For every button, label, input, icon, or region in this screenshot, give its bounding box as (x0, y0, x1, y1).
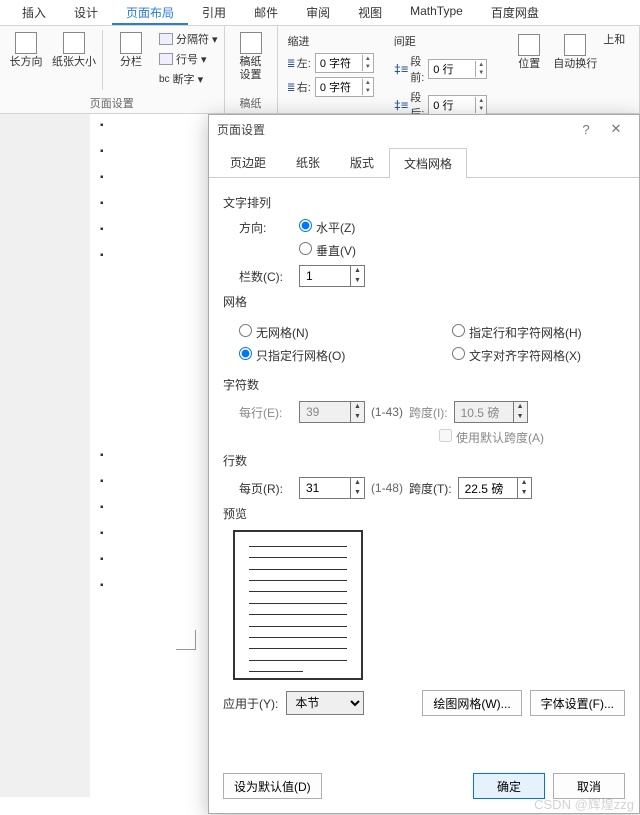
space-after-icon: ‡≡ (394, 98, 408, 112)
indent-left-spinner[interactable]: ▲▼ (315, 53, 374, 73)
span-t-label: 跨度(T): (409, 480, 452, 497)
wrap-button[interactable]: 自动换行 (553, 30, 597, 71)
wrap-icon (564, 34, 586, 56)
document-page[interactable] (90, 114, 210, 797)
set-default-button[interactable]: 设为默认值(D) (223, 773, 322, 799)
tab-mailings[interactable]: 邮件 (240, 0, 292, 25)
columns-count-spinner[interactable]: ▲▼ (299, 265, 365, 287)
dialog-titlebar: 页面设置 ? ✕ (209, 115, 639, 143)
gaozhi-icon (240, 32, 262, 54)
radio-line-char-grid[interactable]: 指定行和字符网格(H) (452, 324, 582, 341)
per-line-label: 每行(E): (239, 404, 293, 421)
position-icon (518, 34, 540, 56)
gaozhi-group-label: 稿纸 (229, 93, 273, 113)
draw-grid-button[interactable]: 绘图网格(W)... (422, 690, 521, 716)
line-num-icon (159, 53, 173, 65)
space-after-spinner[interactable]: ▲▼ (428, 95, 487, 115)
text-direction-icon (15, 32, 37, 54)
page-setup-dialog: 页面设置 ? ✕ 页边距 纸张 版式 文档网格 文字排列 方向: 水平(Z) 垂… (208, 114, 640, 814)
hyphenation-button[interactable]: bc断字 ▾ (157, 70, 220, 88)
section-grid: 网格 (223, 293, 625, 310)
radio-vertical[interactable]: 垂直(V) (299, 242, 356, 259)
apply-to-label: 应用于(Y): (223, 695, 278, 712)
font-settings-button[interactable]: 字体设置(F)... (530, 690, 625, 716)
radio-horizontal[interactable]: 水平(Z) (299, 219, 355, 236)
tab-design[interactable]: 设计 (60, 0, 112, 25)
apply-to-select[interactable]: 本节 (286, 691, 364, 715)
tab-doc-grid[interactable]: 文档网格 (389, 148, 467, 178)
indent-right-spinner[interactable]: ▲▼ (315, 77, 374, 97)
per-line-range: (1-43) (371, 405, 403, 419)
per-line-spinner: ▲▼ (299, 401, 365, 423)
columns-count-label: 栏数(C): (239, 268, 293, 285)
dialog-body: 文字排列 方向: 水平(Z) 垂直(V) 栏数(C): ▲▼ 网格 无网格(N)… (209, 178, 639, 763)
cancel-button[interactable]: 取消 (553, 773, 625, 799)
space-before-spinner[interactable]: ▲▼ (428, 59, 487, 79)
dialog-title: 页面设置 (217, 121, 265, 138)
spacing-header: 间距 (394, 33, 416, 49)
span-i-label: 跨度(I): (409, 404, 448, 421)
radio-align-char-grid[interactable]: 文字对齐字符网格(X) (452, 347, 581, 364)
tab-review[interactable]: 审阅 (292, 0, 344, 25)
span-i-spinner: ▲▼ (454, 401, 528, 423)
position-button[interactable]: 位置 (507, 30, 551, 71)
top-button[interactable]: 上和 (599, 30, 629, 71)
paper-size-button[interactable]: 纸张大小 (52, 28, 96, 69)
per-page-spinner[interactable]: ▲▼ (299, 477, 365, 499)
help-button[interactable]: ? (571, 122, 601, 137)
gaozhi-button[interactable]: 稿纸 设置 (229, 28, 273, 82)
section-chars: 字符数 (223, 376, 625, 393)
per-page-label: 每页(R): (239, 480, 293, 497)
paragraph-group: 缩进 ≣左: ▲▼ ≣右: ▲▼ 间距 ‡≡段前: ▲▼ ‡≡段后: ▲▼ 位置 (278, 26, 640, 113)
tab-layout[interactable]: 版式 (335, 147, 389, 177)
ribbon-content: 长方向 纸张大小 分栏 分隔符 ▾ 行号 ▾ bc断字 ▾ 页面设置 稿纸 设置… (0, 26, 640, 114)
page-corner-icon (176, 630, 196, 650)
section-text-flow: 文字排列 (223, 194, 625, 211)
page-setup-group: 长方向 纸张大小 分栏 分隔符 ▾ 行号 ▾ bc断字 ▾ 页面设置 (0, 26, 225, 113)
gaozhi-group: 稿纸 设置 稿纸 (225, 26, 278, 113)
breaks-button[interactable]: 分隔符 ▾ (157, 30, 220, 48)
dialog-tabs: 页边距 纸张 版式 文档网格 (209, 143, 639, 178)
preview-box (233, 530, 363, 680)
tab-references[interactable]: 引用 (188, 0, 240, 25)
space-before-icon: ‡≡ (394, 62, 408, 76)
ok-button[interactable]: 确定 (473, 773, 545, 799)
radio-no-grid[interactable]: 无网格(N) (239, 324, 309, 341)
tab-mathtype[interactable]: MathType (396, 0, 477, 25)
text-direction-button[interactable]: 长方向 (4, 28, 48, 69)
section-lines: 行数 (223, 452, 625, 469)
tab-margins[interactable]: 页边距 (215, 147, 281, 177)
indent-header: 缩进 (288, 33, 310, 49)
close-button[interactable]: ✕ (601, 121, 631, 137)
tab-view[interactable]: 视图 (344, 0, 396, 25)
tab-insert[interactable]: 插入 (8, 0, 60, 25)
ribbon-tabs: 插入 设计 页面布局 引用 邮件 审阅 视图 MathType 百度网盘 (0, 0, 640, 26)
span-t-spinner[interactable]: ▲▼ (458, 477, 532, 499)
columns-button[interactable]: 分栏 (109, 28, 153, 69)
per-page-range: (1-48) (371, 481, 403, 495)
indent-right-icon: ≣ (288, 80, 295, 94)
page-setup-group-label: 页面设置 (4, 93, 220, 113)
dialog-footer: 设为默认值(D) 确定 取消 (209, 763, 639, 813)
section-preview: 预览 (223, 505, 625, 522)
radio-line-grid[interactable]: 只指定行网格(O) (239, 347, 345, 364)
paper-size-icon (63, 32, 85, 54)
indent-left-icon: ≣ (288, 56, 295, 70)
use-default-span-checkbox: 使用默认跨度(A) (439, 429, 544, 446)
line-numbers-button[interactable]: 行号 ▾ (157, 50, 220, 68)
tab-page-layout[interactable]: 页面布局 (112, 0, 188, 25)
direction-label: 方向: (239, 219, 293, 236)
tab-baidu[interactable]: 百度网盘 (477, 0, 553, 25)
breaks-icon (159, 33, 173, 45)
tab-paper[interactable]: 纸张 (281, 147, 335, 177)
columns-icon (120, 32, 142, 54)
